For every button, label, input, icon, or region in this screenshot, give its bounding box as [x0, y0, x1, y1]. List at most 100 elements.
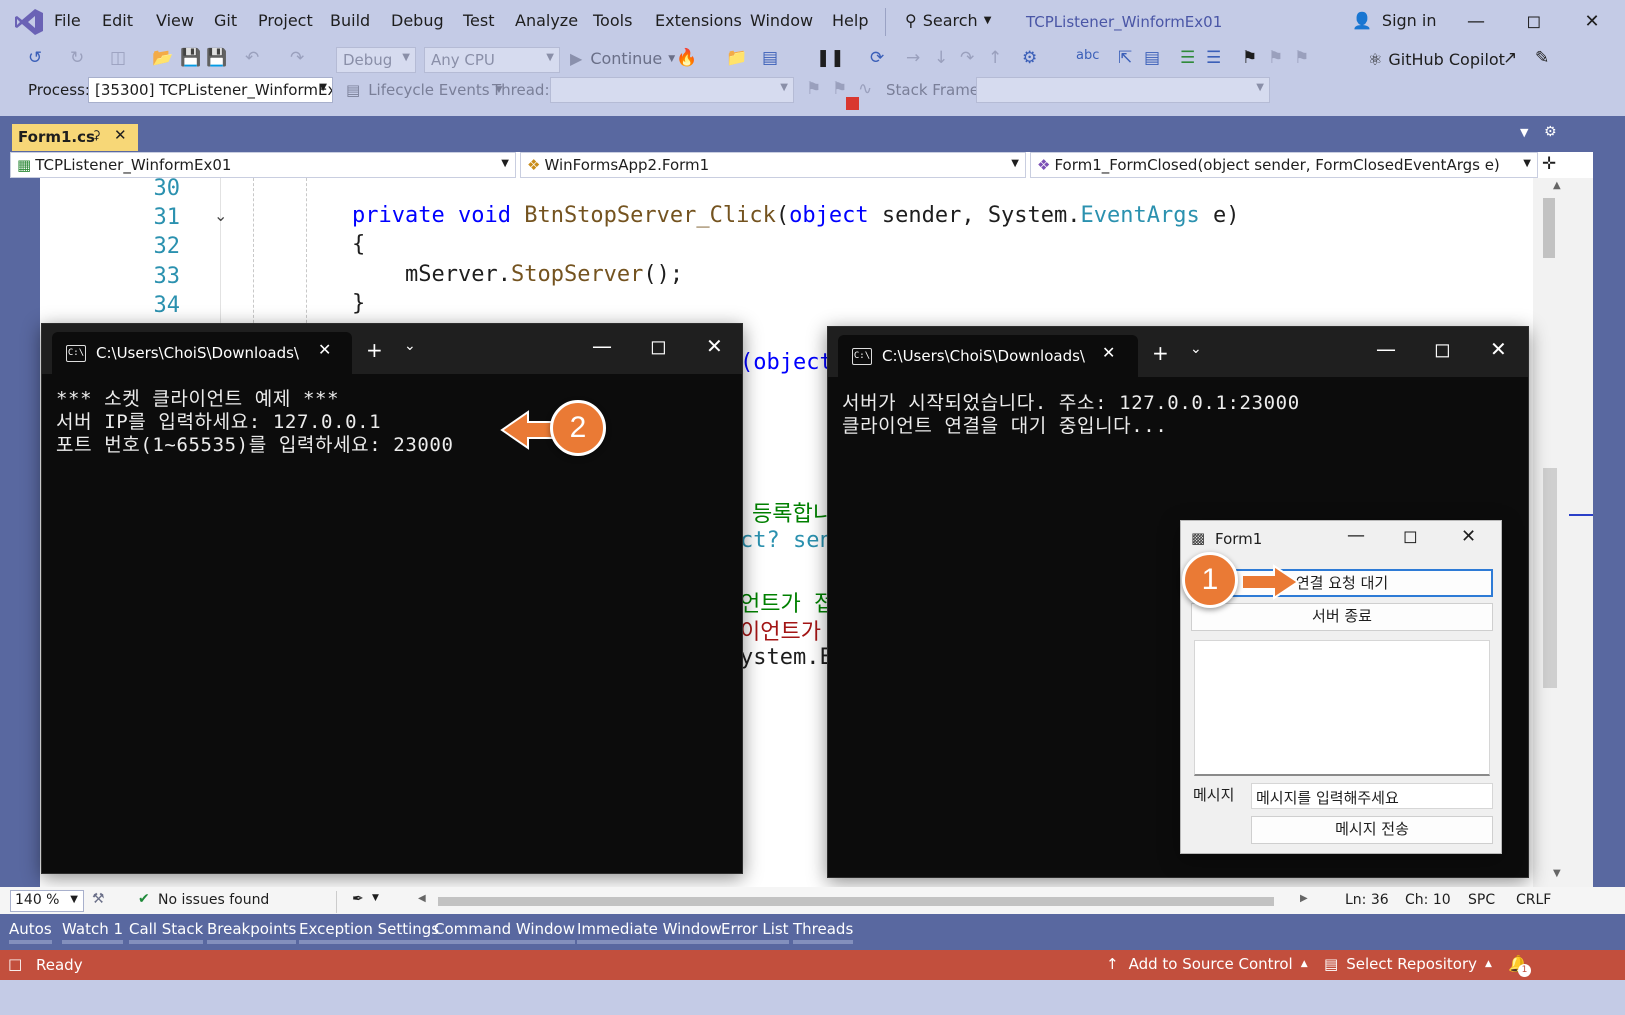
new-tab-icon[interactable]: +: [1152, 341, 1169, 365]
menu-git[interactable]: Git: [214, 11, 237, 30]
scroll-down-icon[interactable]: ▼: [1553, 868, 1561, 879]
select-element-icon[interactable]: ⇱: [1118, 48, 1132, 68]
forward-icon[interactable]: ↻: [70, 48, 84, 68]
class-combo[interactable]: ❖ WinFormsApp2.Form1 ▼: [520, 152, 1026, 178]
comment-icon[interactable]: ☰: [1180, 48, 1195, 68]
horizontal-scrollbar[interactable]: ◀ ▶: [418, 893, 1314, 909]
minimize-button[interactable]: —: [1456, 8, 1496, 36]
flag-all-icon[interactable]: ⚑: [832, 79, 847, 99]
save-all-icon[interactable]: 💾: [206, 48, 227, 68]
cleanup-brush-icon[interactable]: ✒: [352, 891, 364, 907]
stack-frame-combo[interactable]: ▼: [976, 77, 1270, 103]
menu-test[interactable]: Test: [463, 11, 495, 30]
console-tab[interactable]: C:\ C:\Users\ChoiS\Downloads\: [52, 332, 352, 374]
maximize-button[interactable]: ◻: [1434, 337, 1451, 361]
menu-build[interactable]: Build: [330, 11, 370, 30]
tab-error-list[interactable]: Error List: [721, 914, 789, 944]
line-ending-indicator[interactable]: CRLF: [1516, 892, 1551, 908]
menu-tools[interactable]: Tools: [593, 11, 632, 30]
stop-server-button[interactable]: 서버 종료: [1191, 603, 1493, 631]
zoom-combo[interactable]: 140 % ▼: [10, 890, 84, 912]
whitespace-indicator[interactable]: SPC: [1468, 892, 1495, 908]
tab-command-window[interactable]: Command Window: [434, 914, 576, 944]
hot-reload-icon[interactable]: 🔥: [676, 48, 697, 68]
close-button[interactable]: ✕: [1461, 526, 1476, 547]
process-combo[interactable]: [35300] TCPListener_WinformEx01 ▼: [88, 77, 333, 103]
tab-breakpoints[interactable]: Breakpoints: [207, 914, 297, 944]
tab-autos[interactable]: Autos: [9, 914, 52, 944]
scroll-up-icon[interactable]: ▲: [1553, 180, 1561, 191]
menu-file[interactable]: File: [54, 11, 81, 30]
scroll-thumb[interactable]: [1543, 468, 1557, 688]
message-input[interactable]: 메시지를 입력해주세요: [1251, 783, 1493, 809]
spell-check-icon[interactable]: abc: [1076, 48, 1099, 63]
scroll-thumb[interactable]: [1543, 198, 1555, 258]
diagnostics-icon[interactable]: ⚙: [1022, 48, 1037, 68]
maximize-button[interactable]: ◻: [650, 334, 667, 358]
scroll-right-icon[interactable]: ▶: [1300, 893, 1308, 904]
close-button[interactable]: ✕: [706, 334, 723, 358]
minimize-button[interactable]: —: [1347, 525, 1365, 546]
pause-icon[interactable]: ❚❚: [816, 48, 845, 68]
back-icon[interactable]: ↺: [28, 48, 42, 68]
flag-thread-icon[interactable]: ⚑: [806, 79, 821, 99]
scroll-thumb[interactable]: [438, 897, 1274, 906]
settings-gear-icon[interactable]: ⚙: [1544, 124, 1557, 140]
console-tab[interactable]: C:\ C:\Users\ChoiS\Downloads\: [838, 335, 1138, 377]
tab-immediate-window[interactable]: Immediate Window: [577, 914, 722, 944]
close-button[interactable]: ✕: [1572, 8, 1612, 36]
thread-combo[interactable]: ▼: [550, 77, 794, 103]
chevron-down-icon[interactable]: ▼: [372, 893, 379, 903]
tab-threads[interactable]: Threads: [793, 914, 854, 944]
maximize-button[interactable]: ◻: [1403, 526, 1418, 547]
notifications-button[interactable]: 🔔 1: [1508, 954, 1531, 977]
close-tab-icon[interactable]: ✕: [114, 126, 127, 144]
restart-icon[interactable]: ⟳: [870, 48, 884, 68]
maximize-button[interactable]: ◻: [1514, 8, 1554, 36]
redo-icon[interactable]: ↷: [290, 48, 304, 68]
step-out-icon[interactable]: ↑: [988, 48, 1002, 68]
next-bookmark-icon[interactable]: ⚑: [1294, 48, 1309, 68]
step-into-icon[interactable]: ↓: [934, 48, 948, 68]
project-combo[interactable]: ▦ TCPListener_WinformEx01 ▼: [10, 152, 516, 178]
collapse-chevron-icon[interactable]: ⌄: [214, 206, 227, 225]
undo-icon[interactable]: ↶: [245, 48, 259, 68]
show-next-statement-icon[interactable]: →: [906, 48, 920, 68]
menu-window[interactable]: Window: [750, 11, 813, 30]
menu-analyze[interactable]: Analyze: [515, 11, 578, 30]
vertical-scrollbar[interactable]: ▲ ▼: [1533, 178, 1593, 888]
sign-in-button[interactable]: 👤 Sign in: [1352, 11, 1437, 30]
minimize-button[interactable]: —: [1376, 337, 1396, 361]
line-indicator[interactable]: Ln: 36: [1345, 892, 1389, 908]
close-button[interactable]: ✕: [1490, 337, 1507, 361]
bookmark-icon[interactable]: ⚑: [1242, 48, 1257, 68]
tab-call-stack[interactable]: Call Stack: [129, 914, 204, 944]
feedback-icon[interactable]: ✎: [1535, 48, 1549, 68]
tab-exception-settings[interactable]: Exception Settings: [299, 914, 440, 944]
new-project-icon[interactable]: ◫: [110, 48, 126, 68]
tab-watch-1[interactable]: Watch 1: [62, 914, 124, 944]
uncomment-icon[interactable]: ☰: [1206, 48, 1221, 68]
tab-overflow-icon[interactable]: ▼: [1520, 126, 1528, 139]
platform-combo[interactable]: Any CPU ▼: [424, 47, 560, 73]
send-message-button[interactable]: 메시지 전송: [1251, 816, 1493, 844]
menu-project[interactable]: Project: [258, 11, 313, 30]
scroll-left-icon[interactable]: ◀: [418, 893, 426, 904]
member-combo[interactable]: ❖ Form1_FormClosed(object sender, FormClo…: [1030, 152, 1538, 178]
menu-view[interactable]: View: [156, 11, 194, 30]
tab-form1-cs[interactable]: Form1.cs ⚳ ✕: [12, 124, 138, 151]
open-folder-icon[interactable]: 📂: [152, 48, 173, 68]
issues-status[interactable]: No issues found: [158, 892, 269, 908]
menu-extensions[interactable]: Extensions: [655, 11, 742, 30]
close-tab-icon[interactable]: ✕: [318, 340, 331, 359]
search-box[interactable]: ⚲ Search ▼: [905, 11, 991, 30]
select-repository-button[interactable]: ▤ Select Repository ▲: [1324, 955, 1492, 973]
add-to-source-control-button[interactable]: ↑ Add to Source Control ▲: [1106, 955, 1308, 973]
split-window-icon[interactable]: ✛: [1542, 154, 1556, 174]
chevron-down-icon[interactable]: ⌄: [1190, 341, 1202, 357]
health-icon[interactable]: ⚒: [92, 891, 105, 907]
window-layout-icon[interactable]: ▤: [762, 48, 778, 68]
output-window-icon[interactable]: □: [8, 955, 22, 973]
close-tab-icon[interactable]: ✕: [1102, 343, 1115, 362]
menu-debug[interactable]: Debug: [391, 11, 444, 30]
